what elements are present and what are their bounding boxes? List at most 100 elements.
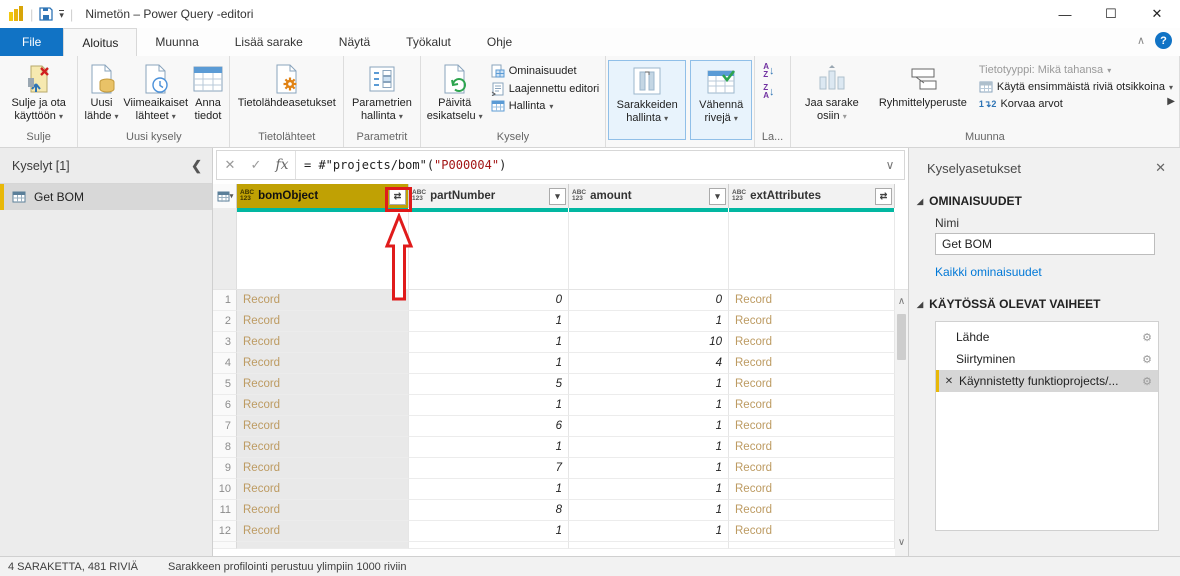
all-properties-link[interactable]: Kaikki ominaisuudet bbox=[935, 265, 1180, 279]
query-name-input[interactable]: Get BOM bbox=[935, 233, 1155, 255]
close-pane-icon[interactable]: ✕ bbox=[1155, 160, 1166, 176]
column-header-partNumber[interactable]: ABC123partNumber▾ bbox=[409, 184, 569, 208]
record-link-cell[interactable]: Record bbox=[729, 395, 895, 416]
record-link-cell[interactable]: Record bbox=[729, 374, 895, 395]
scroll-up-icon[interactable]: ∧ bbox=[895, 296, 908, 307]
record-link-cell[interactable]: Record bbox=[237, 311, 409, 332]
record-link-cell[interactable]: Record bbox=[729, 479, 895, 500]
refresh-preview-button[interactable]: Päivitä esikatselu ▾ bbox=[423, 59, 487, 125]
data-source-settings-icon bbox=[273, 61, 301, 97]
enter-data-button[interactable]: Anna tiedot bbox=[189, 59, 228, 125]
formula-check-icon[interactable]: ✓ bbox=[243, 157, 269, 173]
record-link-cell[interactable]: Record bbox=[729, 500, 895, 521]
manage-columns-button[interactable]: Sarakkeiden hallinta ▾ bbox=[608, 60, 686, 140]
applied-step-item[interactable]: ✕Siirtyminen⚙ bbox=[936, 348, 1158, 370]
record-link-cell[interactable]: Record bbox=[729, 332, 895, 353]
record-link-cell[interactable]: Record bbox=[729, 521, 895, 542]
collapse-section-icon[interactable]: ◢ bbox=[917, 197, 923, 206]
tab-muunna[interactable]: Muunna bbox=[137, 28, 216, 56]
record-link-cell[interactable]: Record bbox=[729, 290, 895, 311]
tab-file[interactable]: File bbox=[0, 28, 63, 56]
record-link-cell[interactable]: Record bbox=[237, 374, 409, 395]
tab-lisaa-sarake[interactable]: Lisää sarake bbox=[217, 28, 321, 56]
query-item-get-bom[interactable]: Get BOM bbox=[0, 184, 212, 210]
value-cell: 1 bbox=[569, 437, 729, 458]
applied-step-item[interactable]: ✕Käynnistetty funktioprojects/...⚙ bbox=[936, 370, 1158, 392]
record-link-cell[interactable]: Record bbox=[729, 458, 895, 479]
collapse-ribbon-icon[interactable]: ∧ bbox=[1137, 34, 1145, 47]
data-type-button[interactable]: Tietotyyppi: Mikä tahansa ▾ bbox=[979, 64, 1173, 76]
close-button[interactable]: ✕ bbox=[1134, 0, 1180, 28]
group-label-sort: La... bbox=[755, 130, 790, 147]
value-cell: 1 bbox=[409, 332, 569, 353]
column-filter-icon[interactable]: ▾ bbox=[549, 188, 566, 205]
manage-parameters-button[interactable]: Parametrien hallinta ▾ bbox=[348, 59, 416, 125]
advanced-editor-button[interactable]: Laajennettu editori bbox=[491, 82, 600, 96]
vertical-scrollbar[interactable]: ∧ ∨ bbox=[895, 290, 908, 556]
minimize-button[interactable]: — bbox=[1042, 0, 1088, 28]
value-cell: 1 bbox=[569, 374, 729, 395]
record-link-cell[interactable]: Record bbox=[237, 479, 409, 500]
table-select-all-button[interactable]: ▾ bbox=[213, 184, 237, 208]
record-link-cell[interactable]: Record bbox=[237, 500, 409, 521]
record-link-cell[interactable]: Record bbox=[729, 416, 895, 437]
record-link-cell[interactable]: Record bbox=[237, 353, 409, 374]
quick-access-toolbar-dropdown-icon[interactable]: ▾ bbox=[59, 10, 64, 19]
tab-ohje[interactable]: Ohje bbox=[469, 28, 530, 56]
column-header-bomObject[interactable]: ABC123bomObject⇄ bbox=[237, 184, 409, 208]
maximize-button[interactable]: ☐ bbox=[1088, 0, 1134, 28]
scrollbar-thumb[interactable] bbox=[897, 314, 906, 360]
column-header-amount[interactable]: ABC123amount▾ bbox=[569, 184, 729, 208]
sort-ascending-button[interactable]: AZ ↓ bbox=[763, 63, 774, 79]
applied-step-item[interactable]: ✕Lähde⚙ bbox=[936, 326, 1158, 348]
step-settings-gear-icon[interactable]: ⚙ bbox=[1142, 375, 1152, 388]
close-and-apply-button[interactable]: Sulje ja ota käyttöön ▾ bbox=[7, 59, 69, 125]
record-link-cell[interactable]: Record bbox=[729, 353, 895, 374]
record-link-cell[interactable]: Record bbox=[237, 521, 409, 542]
properties-button[interactable]: Ominaisuudet bbox=[491, 64, 600, 78]
tab-aloitus[interactable]: Aloitus bbox=[63, 28, 137, 56]
reduce-rows-button[interactable]: Vähennä rivejä ▾ bbox=[690, 60, 752, 140]
value-cell: 1 bbox=[409, 479, 569, 500]
ribbon-group-new-query: Uusi lähde ▾ Viimeaikaiset lähteet ▾ Ann… bbox=[78, 56, 230, 147]
data-source-settings-button[interactable]: Tietolähdeasetukset bbox=[234, 59, 340, 112]
save-icon[interactable] bbox=[39, 7, 53, 21]
formula-input[interactable]: = #"projects/bom"("P000004") bbox=[295, 151, 876, 179]
tab-nayta[interactable]: Näytä bbox=[321, 28, 388, 56]
dropdown-arrow-icon: ▾ bbox=[399, 112, 403, 121]
value-cell: 4 bbox=[569, 353, 729, 374]
record-link-cell[interactable]: Record bbox=[237, 437, 409, 458]
record-link-cell[interactable]: Record bbox=[237, 458, 409, 479]
value-cell: 5 bbox=[409, 374, 569, 395]
collapse-queries-pane-icon[interactable]: ❮ bbox=[191, 158, 202, 174]
record-link-cell[interactable]: Record bbox=[237, 395, 409, 416]
formula-expand-icon[interactable]: ∨ bbox=[876, 158, 904, 172]
record-link-cell[interactable]: Record bbox=[237, 416, 409, 437]
column-expand-icon[interactable]: ⇄ bbox=[875, 188, 892, 205]
column-header-extAttributes[interactable]: ABC123extAttributes⇄ bbox=[729, 184, 895, 208]
value-cell: 1 bbox=[409, 437, 569, 458]
tab-tyokalut[interactable]: Työkalut bbox=[388, 28, 469, 56]
scroll-down-icon[interactable]: ∨ bbox=[895, 537, 908, 548]
record-link-cell[interactable]: Record bbox=[729, 437, 895, 458]
new-source-button[interactable]: Uusi lähde ▾ bbox=[80, 59, 122, 125]
manage-button[interactable]: Hallinta ▾ bbox=[491, 100, 600, 112]
step-settings-gear-icon[interactable]: ⚙ bbox=[1142, 353, 1152, 366]
recent-sources-button[interactable]: Viimeaikaiset lähteet ▾ bbox=[123, 59, 189, 125]
delete-step-icon[interactable]: ✕ bbox=[939, 376, 959, 387]
ribbon-more-icon[interactable]: ▶ bbox=[1167, 96, 1175, 107]
step-settings-gear-icon[interactable]: ⚙ bbox=[1142, 331, 1152, 344]
formula-cancel-icon[interactable]: ✕ bbox=[217, 157, 243, 173]
column-filter-icon[interactable]: ▾ bbox=[709, 188, 726, 205]
group-by-button[interactable]: Ryhmittelyperuste bbox=[871, 59, 975, 112]
help-icon[interactable]: ? bbox=[1155, 32, 1172, 49]
manage-columns-label: Sarakkeiden hallinta bbox=[617, 99, 678, 124]
record-link-cell[interactable]: Record bbox=[237, 332, 409, 353]
value-cell: 1 bbox=[409, 311, 569, 332]
use-first-row-as-headers-button[interactable]: Käytä ensimmäistä riviä otsikkoina ▾ bbox=[979, 81, 1173, 93]
sort-descending-button[interactable]: ZA ↓ bbox=[763, 84, 774, 100]
collapse-section-icon[interactable]: ◢ bbox=[917, 300, 923, 309]
replace-values-button[interactable]: 1↴2 Korvaa arvot bbox=[979, 98, 1173, 110]
record-link-cell[interactable]: Record bbox=[729, 311, 895, 332]
split-column-button[interactable]: Jaa sarake osiin ▾ bbox=[793, 59, 871, 125]
